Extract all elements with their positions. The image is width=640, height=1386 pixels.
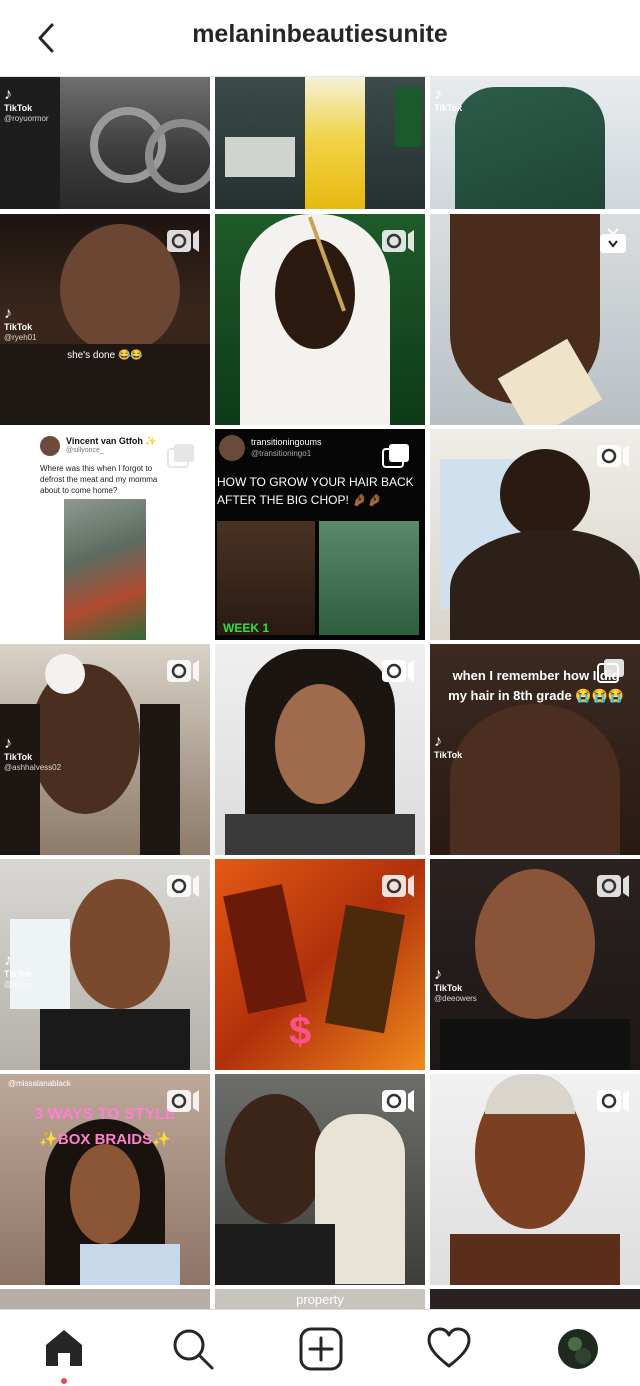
reel-camera-icon: [382, 660, 414, 682]
tweet-text: Where was this when I forgot to defrost …: [40, 464, 158, 495]
post-thumbnail[interactable]: ♪ TikTok @royuormor: [0, 77, 210, 209]
tiktok-watermark: ♪ TikTok @royuormor: [4, 86, 49, 124]
post-caption-line1: 3 WAYS TO STYLE: [34, 1106, 176, 1123]
reel-camera-icon: [382, 230, 414, 252]
tiktok-icon: ♪: [434, 733, 442, 750]
top-bar: melaninbeautiesunite: [0, 0, 640, 77]
tweet-avatar: [40, 436, 60, 456]
week-label: WEEK 1: [223, 621, 270, 635]
tweet-handle: @sillyonce_: [66, 447, 104, 454]
reel-camera-icon: [167, 875, 199, 897]
post-thumbnail[interactable]: ♪ TikTok @ryeh01 she's done 😂😂: [0, 214, 210, 425]
post-thumbnail[interactable]: [430, 1074, 640, 1285]
post-headline: HOW TO GROW YOUR HAIR BACK AFTER THE BIG…: [217, 475, 414, 507]
post-thumbnail[interactable]: [0, 1289, 210, 1310]
posts-grid: ♪ TikTok @royuormor ♪ TikTok ♪ TikTok @rye…: [0, 77, 640, 1310]
tweet-author: Vincent van Gtfoh ✨: [66, 436, 157, 446]
post-caption-line2: ✨BOX BRAIDS✨: [39, 1131, 171, 1148]
post-thumbnail[interactable]: ♪ TikTok @deeowers: [430, 859, 640, 1070]
reel-camera-icon: [167, 660, 199, 682]
creator-handle: @missalanablack: [8, 1079, 71, 1088]
tiktok-watermark: ♪ TikTok @ashhalvess02: [4, 735, 62, 773]
post-thumbnail[interactable]: ♪ TikTok: [430, 77, 640, 209]
post-thumbnail[interactable]: transitioningoums @transitioningo1 HOW T…: [215, 429, 425, 640]
notification-dot: [61, 1378, 67, 1384]
tiktok-watermark: ♪ TikTok: [434, 733, 463, 761]
post-thumbnail[interactable]: $: [215, 859, 425, 1070]
post-thumbnail[interactable]: [215, 77, 425, 209]
post-thumbnail[interactable]: [215, 1074, 425, 1285]
tiktok-icon: ♪: [434, 966, 442, 983]
post-thumbnail[interactable]: when I remember how I did my hair in 8th…: [430, 644, 640, 855]
post-caption: she's done 😂😂: [67, 350, 143, 361]
carousel-icon: [167, 444, 194, 468]
tiktok-watermark: ♪ TikTok @msrpv: [4, 952, 34, 990]
account-name: transitioningoums: [251, 437, 322, 447]
tiktok-icon: ♪: [434, 86, 442, 103]
tweet-media: [64, 499, 146, 640]
tiktok-watermark: ♪ TikTok: [434, 86, 463, 114]
post-thumbnail[interactable]: [430, 1289, 640, 1310]
post-thumbnail[interactable]: [430, 214, 640, 425]
post-thumbnail[interactable]: Vincent van Gtfoh ✨ @sillyonce_ Where wa…: [0, 429, 210, 640]
search-icon[interactable]: [170, 1326, 216, 1372]
post-thumbnail[interactable]: ♪ TikTok @msrpv: [0, 859, 210, 1070]
post-thumbnail[interactable]: ♪ TikTok @ashhalvess02: [0, 644, 210, 855]
reel-camera-icon: [597, 1090, 629, 1112]
create-post-icon[interactable]: [298, 1326, 344, 1372]
post-thumbnail[interactable]: property: [215, 1289, 425, 1310]
reel-camera-icon: [597, 875, 629, 897]
carousel-icon: [382, 444, 409, 468]
post-thumbnail[interactable]: [430, 429, 640, 640]
tiktok-watermark: ♪ TikTok @deeowers: [434, 966, 477, 1004]
post-thumbnail[interactable]: [215, 214, 425, 425]
reel-camera-icon: [167, 1090, 199, 1112]
dollar-sign-graphic: $: [289, 1009, 312, 1053]
bottom-nav: [0, 1309, 640, 1386]
reel-camera-icon: [167, 230, 199, 252]
account-handle: @transitioningo1: [251, 449, 312, 458]
post-thumbnail[interactable]: @missalanablack 3 WAYS TO STYLE ✨BOX BRA…: [0, 1074, 210, 1285]
tiktok-icon: ♪: [4, 952, 12, 969]
post-thumbnail[interactable]: [215, 644, 425, 855]
tiktok-icon: ♪: [4, 305, 12, 322]
page-title: melaninbeautiesunite: [192, 20, 448, 48]
reel-camera-icon: [597, 445, 629, 467]
activity-heart-icon[interactable]: [426, 1326, 472, 1372]
tiktok-icon: ♪: [4, 735, 12, 752]
home-icon[interactable]: [41, 1326, 87, 1384]
tiktok-watermark: ♪ TikTok @ryeh01: [4, 305, 37, 343]
account-avatar: [219, 435, 245, 461]
tiktok-icon: ♪: [4, 86, 12, 103]
reel-camera-icon: [382, 875, 414, 897]
igtv-icon: [600, 228, 626, 253]
reel-camera-icon: [382, 1090, 414, 1112]
profile-avatar[interactable]: [555, 1326, 601, 1372]
post-caption: property: [296, 1292, 344, 1307]
carousel-icon: [597, 659, 624, 683]
